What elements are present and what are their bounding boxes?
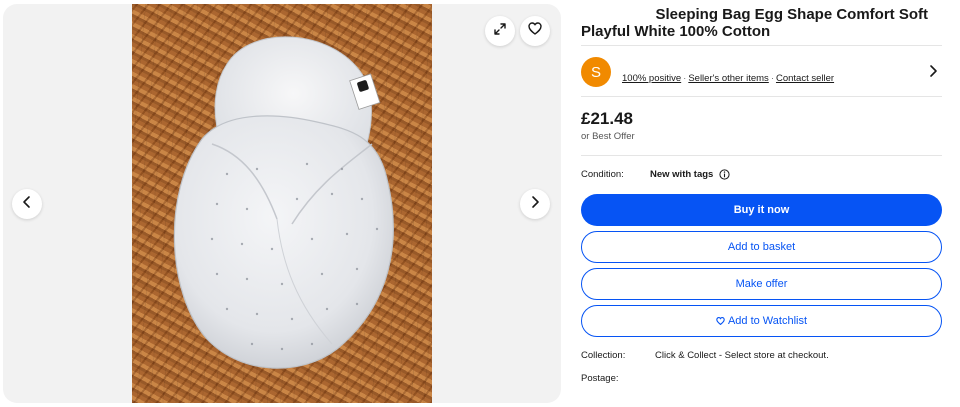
price: £21.48 <box>581 109 633 128</box>
listing-title: Sleeping Bag Egg Shape Comfort Soft Play… <box>581 6 942 40</box>
collection-row: Collection: Click & Collect - Select sto… <box>581 350 829 361</box>
postage-row: Postage: <box>581 373 655 384</box>
contact-seller-link[interactable]: Contact seller <box>776 73 834 84</box>
postage-label: Postage: <box>581 373 619 384</box>
seller-other-items-link[interactable]: Seller's other items <box>688 73 768 84</box>
heart-icon <box>716 317 725 325</box>
condition-label: Condition: <box>581 169 624 180</box>
expand-button[interactable] <box>485 16 515 46</box>
add-to-watchlist-button[interactable]: Add to Watchlist <box>581 305 942 337</box>
divider <box>581 45 942 46</box>
condition-row: Condition: New with tags <box>581 169 730 180</box>
sleeping-bag-illustration <box>173 36 394 369</box>
previous-image-button[interactable] <box>12 189 42 219</box>
heart-icon <box>528 22 542 40</box>
best-offer-text: or Best Offer <box>581 131 635 142</box>
add-to-watchlist-label: Add to Watchlist <box>727 315 808 327</box>
seller-avatar: S <box>581 57 611 87</box>
chevron-left-icon <box>22 195 32 214</box>
collection-value: Click & Collect - Select store at checko… <box>655 350 829 361</box>
divider <box>581 155 942 156</box>
info-icon[interactable] <box>719 169 730 180</box>
make-offer-button[interactable]: Make offer <box>581 268 942 300</box>
chevron-right-icon <box>530 195 540 214</box>
seller-links: 100% positive · Seller's other items · Conta… <box>622 72 835 84</box>
expand-icon <box>493 22 507 41</box>
seller-feedback-link[interactable]: 100% positive <box>622 73 681 84</box>
product-image[interactable] <box>132 4 432 403</box>
collection-label: Collection: <box>581 350 626 361</box>
listing-title-line-2: Playful White 100% Cotton <box>581 23 771 40</box>
next-image-button[interactable] <box>520 189 550 219</box>
chevron-right-icon[interactable] <box>928 64 938 83</box>
seller-card[interactable]: S 100% positive · Seller's other items · Con… <box>581 56 942 88</box>
image-gallery <box>3 4 561 403</box>
condition-value: New with tags <box>650 169 714 180</box>
buy-it-now-button[interactable]: Buy it now <box>581 194 942 226</box>
watch-heart-button[interactable] <box>520 16 550 46</box>
listing-title-line-1: Sleeping Bag Egg Shape Comfort Soft <box>655 6 928 23</box>
listing-details-panel: Sleeping Bag Egg Shape Comfort Soft Play… <box>581 0 942 407</box>
add-to-basket-button[interactable]: Add to basket <box>581 231 942 263</box>
divider <box>581 96 942 97</box>
